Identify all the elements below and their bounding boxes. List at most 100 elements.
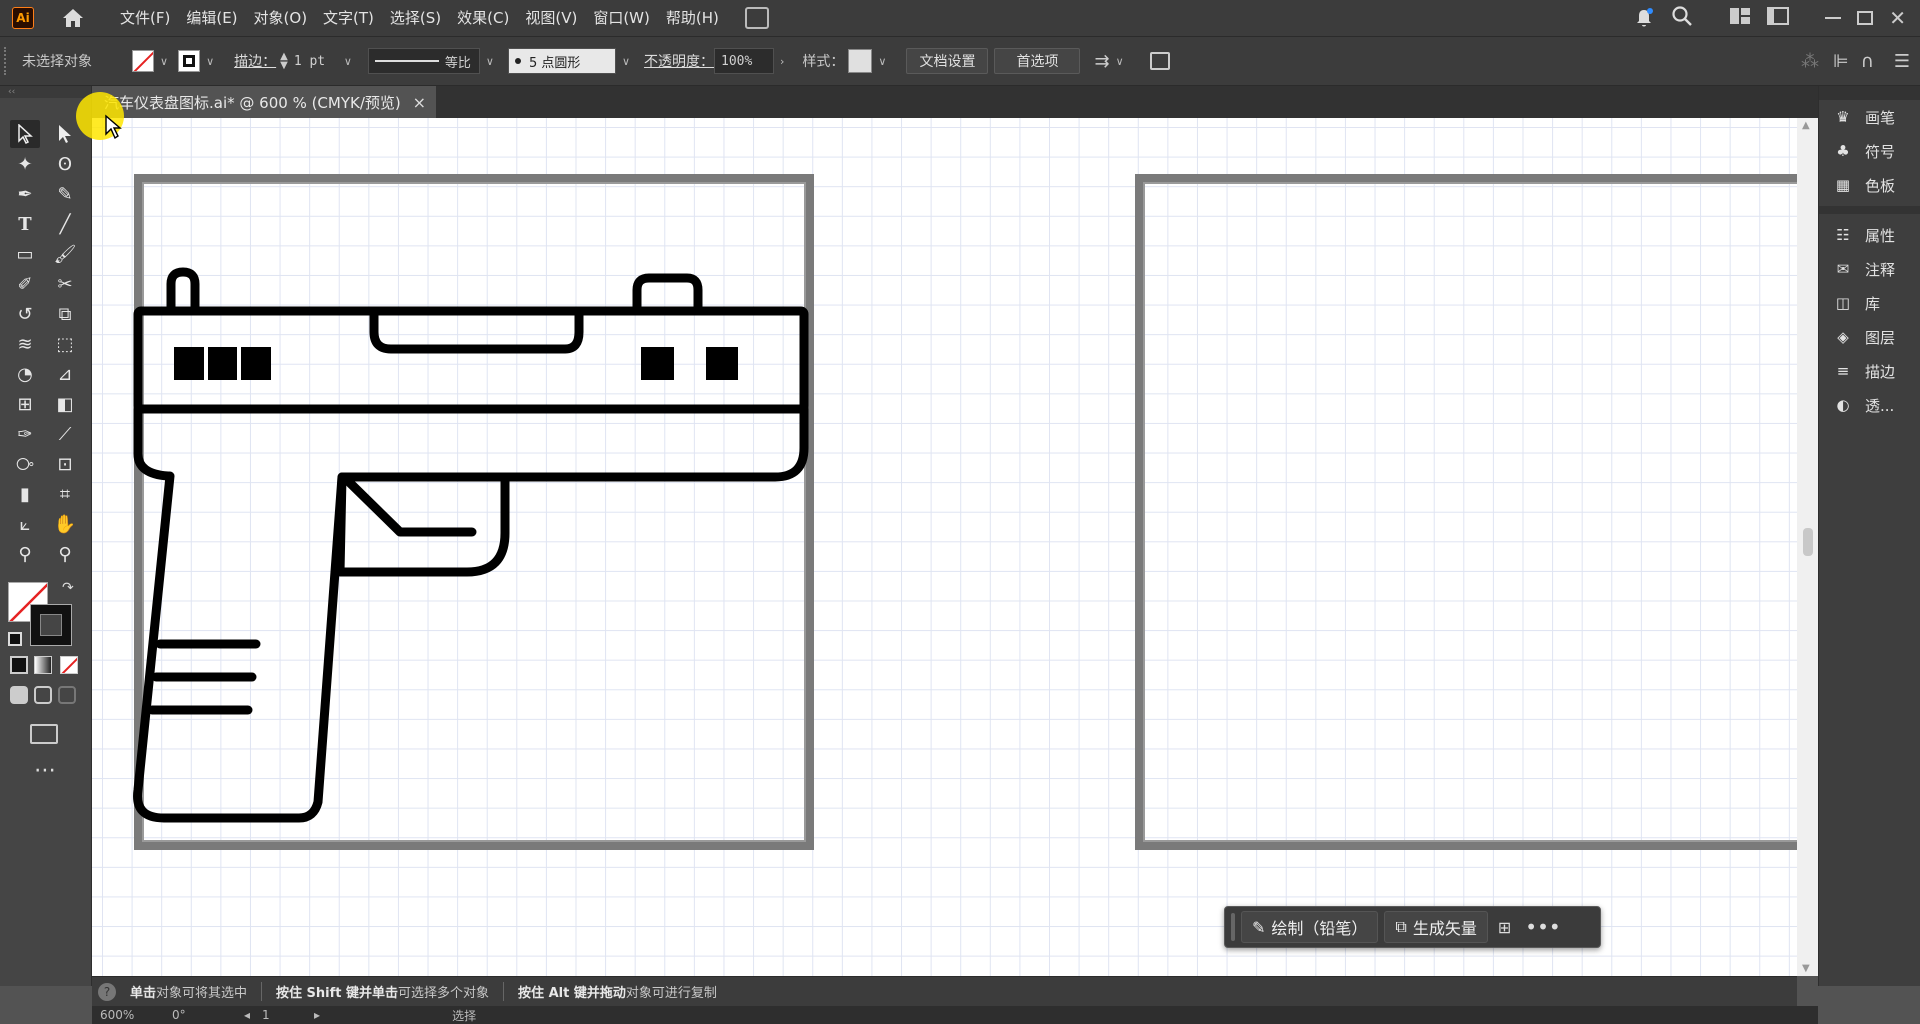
menu-view[interactable]: 视图(V) <box>517 0 585 36</box>
opacity-input[interactable]: 100% <box>714 48 775 74</box>
stroke-weight-dropdown-icon[interactable]: ∨ <box>344 55 352 68</box>
draw-behind-icon[interactable] <box>34 686 52 704</box>
scissors-tool-icon[interactable]: ✂ <box>50 270 80 298</box>
vertical-scrollbar[interactable]: ▲ ▼ <box>1797 118 1818 976</box>
shaper-tool-icon[interactable]: ✐ <box>10 270 40 298</box>
taskbar-grip[interactable] <box>1231 913 1235 941</box>
panel-layout-icon[interactable] <box>1767 7 1790 29</box>
line-tool-icon[interactable]: ╱ <box>50 210 80 238</box>
direct-selection-tool-icon[interactable] <box>50 120 80 148</box>
gun-icon-artwork[interactable] <box>92 118 1797 976</box>
screen-mode-icon[interactable] <box>30 724 58 744</box>
search-icon[interactable] <box>1671 5 1693 31</box>
rotate-tool-icon[interactable]: ↺ <box>10 300 40 328</box>
opacity-dropdown-icon[interactable]: › <box>780 55 784 68</box>
menu-select[interactable]: 选择(S) <box>382 0 449 36</box>
pen-tool-icon[interactable]: ✒ <box>10 180 40 208</box>
style-dropdown-icon[interactable]: ∨ <box>878 55 886 68</box>
draw-inside-icon[interactable] <box>58 686 76 704</box>
curvature-tool-icon[interactable]: ✎ <box>50 180 80 208</box>
artboard-number[interactable]: 1 <box>262 1008 302 1022</box>
brush-select[interactable]: 5 点圆形 <box>507 48 616 74</box>
stroke-profile-select[interactable]: 等比 <box>367 48 480 74</box>
scroll-up-icon[interactable]: ▲ <box>1802 120 1810 131</box>
align-left-icon[interactable]: ⊫ <box>1833 51 1849 72</box>
document-tab[interactable]: 汽车仪表盘图标.ai* @ 600 % (CMYK/预览) × <box>92 86 436 118</box>
lasso-tool-icon[interactable]: ʘ <box>50 150 80 178</box>
measure-tool-icon[interactable]: ⟋ <box>50 420 80 448</box>
more-tools-icon[interactable]: ⋯ <box>34 758 56 783</box>
selection-tool-icon[interactable] <box>10 120 40 148</box>
panel-transparency[interactable]: ◐ 透... <box>1819 388 1920 422</box>
arrange-documents-icon[interactable] <box>744 7 769 29</box>
slice-tool-icon[interactable]: ⟀ <box>10 510 40 538</box>
menu-object[interactable]: 对象(O) <box>246 0 316 36</box>
magnet-icon[interactable]: ∩ <box>1861 51 1874 72</box>
menu-window[interactable]: 窗口(W) <box>585 0 658 36</box>
panel-brushes[interactable]: ♛ 画笔 <box>1819 100 1920 134</box>
minimize-icon[interactable] <box>1825 17 1842 19</box>
swap-fill-stroke-icon[interactable]: ↷ <box>62 580 74 596</box>
stroke-color-icon[interactable] <box>30 604 72 646</box>
opacity-label[interactable]: 不透明度： <box>644 51 714 71</box>
align-icon[interactable]: ⇉ <box>1094 51 1109 72</box>
puppet-warp-tool-icon[interactable]: ⚲ <box>10 540 40 568</box>
document-setup-button[interactable]: 文档设置 <box>906 48 989 74</box>
stroke-weight-input[interactable]: 1 pt <box>288 48 338 74</box>
home-icon[interactable] <box>60 5 86 31</box>
default-fill-stroke-icon[interactable] <box>8 632 22 646</box>
panel-layers[interactable]: ◈ 图层 <box>1819 320 1920 354</box>
blend-tool-icon[interactable]: ⧂ <box>10 450 40 478</box>
status-mode[interactable]: 选择 <box>452 1007 476 1024</box>
brush-dropdown-icon[interactable]: ∨ <box>622 55 630 68</box>
stroke-swatch[interactable] <box>178 50 201 72</box>
mesh-tool-icon[interactable]: ⊞ <box>10 390 40 418</box>
panel-libraries[interactable]: ◫ 库 <box>1819 286 1920 320</box>
notification-bell-icon[interactable] <box>1633 7 1655 29</box>
close-tab-icon[interactable]: × <box>413 93 426 112</box>
export-icon[interactable] <box>1149 52 1170 70</box>
dock-grip[interactable] <box>1819 86 1920 100</box>
style-swatch[interactable] <box>848 49 873 73</box>
close-window-icon[interactable]: ✕ <box>1889 6 1906 30</box>
menu-edit[interactable]: 编辑(E) <box>178 0 245 36</box>
draw-normal-icon[interactable] <box>10 686 28 704</box>
symbol-sprayer-tool-icon[interactable]: ⊡ <box>50 450 80 478</box>
scale-tool-icon[interactable]: ⧉ <box>50 300 80 328</box>
grid-snap-icon[interactable]: ⁂ <box>1801 51 1819 72</box>
paintbrush-tool-icon[interactable]: 🖌 <box>50 240 80 268</box>
none-mode-icon[interactable] <box>60 656 78 674</box>
fill-dropdown-icon[interactable]: ∨ <box>160 55 168 68</box>
panel-comments[interactable]: ✉ 注释 <box>1819 252 1920 286</box>
rotation-angle[interactable]: 0° <box>172 1008 232 1022</box>
panel-menu-icon[interactable]: ☰ <box>1894 51 1910 72</box>
artboard-next-icon[interactable]: ▸ <box>314 1008 320 1022</box>
color-mode-icon[interactable] <box>10 656 28 674</box>
restore-icon[interactable] <box>1857 11 1874 25</box>
scroll-down-icon[interactable]: ▼ <box>1802 963 1810 974</box>
menu-help[interactable]: 帮助(H) <box>658 0 727 36</box>
canvas[interactable]: ✎ 绘制（铅笔） ⧉ 生成矢量 ⊞ ••• <box>92 118 1797 976</box>
image-settings-icon[interactable]: ⊞ <box>1498 918 1511 937</box>
scrollbar-thumb[interactable] <box>1803 528 1813 556</box>
stroke-profile-dropdown-icon[interactable]: ∨ <box>486 55 494 68</box>
free-transform-tool-icon[interactable]: ⬚ <box>50 330 80 358</box>
stroke-label[interactable]: 描边： <box>234 51 276 71</box>
generate-vector-button[interactable]: ⧉ 生成矢量 <box>1384 911 1488 943</box>
toolbar-grip[interactable]: ‹‹ <box>0 86 91 98</box>
zoom-level[interactable]: 600% <box>100 1008 160 1022</box>
artboard-tool-icon[interactable]: ⌗ <box>50 480 80 508</box>
align-dropdown-icon[interactable]: ∨ <box>1116 55 1124 68</box>
menu-type[interactable]: 文字(T) <box>315 0 382 36</box>
type-tool-icon[interactable]: T <box>10 210 40 238</box>
fill-swatch[interactable] <box>132 50 154 72</box>
column-graph-tool-icon[interactable]: ▮ <box>10 480 40 508</box>
gradient-tool-icon[interactable]: ◧ <box>50 390 80 418</box>
panel-swatches[interactable]: ▦ 色板 <box>1819 168 1920 202</box>
panel-properties[interactable]: ☷ 属性 <box>1819 218 1920 252</box>
stroke-dropdown-icon[interactable]: ∨ <box>206 55 214 68</box>
help-icon[interactable]: ? <box>98 982 116 1001</box>
perspective-grid-tool-icon[interactable]: ⊿ <box>50 360 80 388</box>
shape-builder-tool-icon[interactable]: ◔ <box>10 360 40 388</box>
artboard-prev-icon[interactable]: ◂ <box>244 1008 250 1022</box>
